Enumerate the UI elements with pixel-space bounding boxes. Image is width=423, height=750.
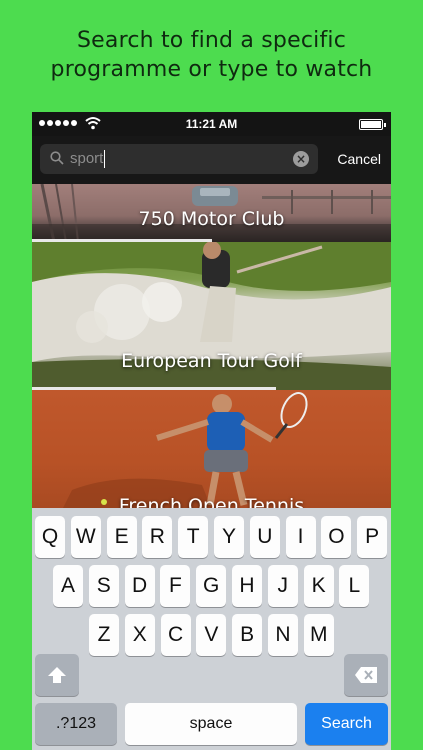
key-m[interactable]: M [303, 614, 334, 656]
key-t[interactable]: T [178, 516, 209, 558]
result-item[interactable]: French Open Tennis [32, 390, 391, 510]
key-a[interactable]: A [53, 565, 83, 607]
promo-headline: Search to find a specific programme or t… [0, 26, 423, 84]
key-p[interactable]: P [357, 516, 388, 558]
battery-icon [359, 119, 386, 130]
search-key[interactable]: Search [305, 703, 388, 745]
phone-screen: 11:21 AM sport × Cancel 750 Motor Club E… [32, 112, 391, 750]
backspace-icon [355, 667, 377, 683]
status-time: 11:21 AM [185, 117, 238, 131]
search-input-value: sport [70, 150, 104, 167]
key-h[interactable]: H [232, 565, 262, 607]
key-g[interactable]: G [196, 565, 227, 607]
key-o[interactable]: O [321, 516, 352, 558]
key-e[interactable]: E [106, 516, 137, 558]
numbers-key[interactable]: .?123 [35, 703, 117, 745]
cancel-button[interactable]: Cancel [337, 151, 381, 167]
key-x[interactable]: X [124, 614, 155, 656]
space-key[interactable]: space [125, 703, 297, 745]
key-i[interactable]: I [285, 516, 316, 558]
key-l[interactable]: L [339, 565, 370, 607]
key-q[interactable]: Q [35, 516, 65, 558]
keyboard: .?123 space Search QWERTYUIOP ASDFGHJKL ZX… [32, 508, 391, 750]
clear-icon[interactable]: × [293, 151, 309, 167]
result-item[interactable]: European Tour Golf [32, 242, 391, 390]
key-w[interactable]: W [70, 516, 101, 558]
key-j[interactable]: J [267, 565, 298, 607]
promo-line-2: programme or type to watch [50, 57, 373, 82]
shift-icon [48, 667, 66, 683]
text-caret [104, 150, 106, 169]
key-v[interactable]: V [196, 614, 227, 656]
search-field[interactable]: sport × [40, 144, 318, 174]
key-u[interactable]: U [249, 516, 280, 558]
shift-key[interactable] [35, 654, 79, 696]
search-bar: sport × Cancel [32, 136, 391, 184]
key-z[interactable]: Z [89, 614, 119, 656]
key-b[interactable]: B [232, 614, 263, 656]
promo-line-1: Search to find a specific [76, 28, 346, 53]
backspace-key[interactable] [344, 654, 388, 696]
key-r[interactable]: R [142, 516, 173, 558]
key-k[interactable]: K [303, 565, 334, 607]
result-title: European Tour Golf [121, 350, 302, 372]
key-s[interactable]: S [88, 565, 119, 607]
status-bar: 11:21 AM [32, 112, 391, 136]
search-icon [50, 151, 64, 165]
key-n[interactable]: N [268, 614, 298, 656]
result-thumbnail [62, 392, 308, 510]
result-item[interactable]: 750 Motor Club [32, 184, 391, 242]
key-d[interactable]: D [124, 565, 155, 607]
result-title: 750 Motor Club [138, 208, 285, 230]
key-c[interactable]: C [160, 614, 191, 656]
key-y[interactable]: Y [214, 516, 244, 558]
key-f[interactable]: F [160, 565, 191, 607]
search-input[interactable]: sport [70, 149, 106, 169]
